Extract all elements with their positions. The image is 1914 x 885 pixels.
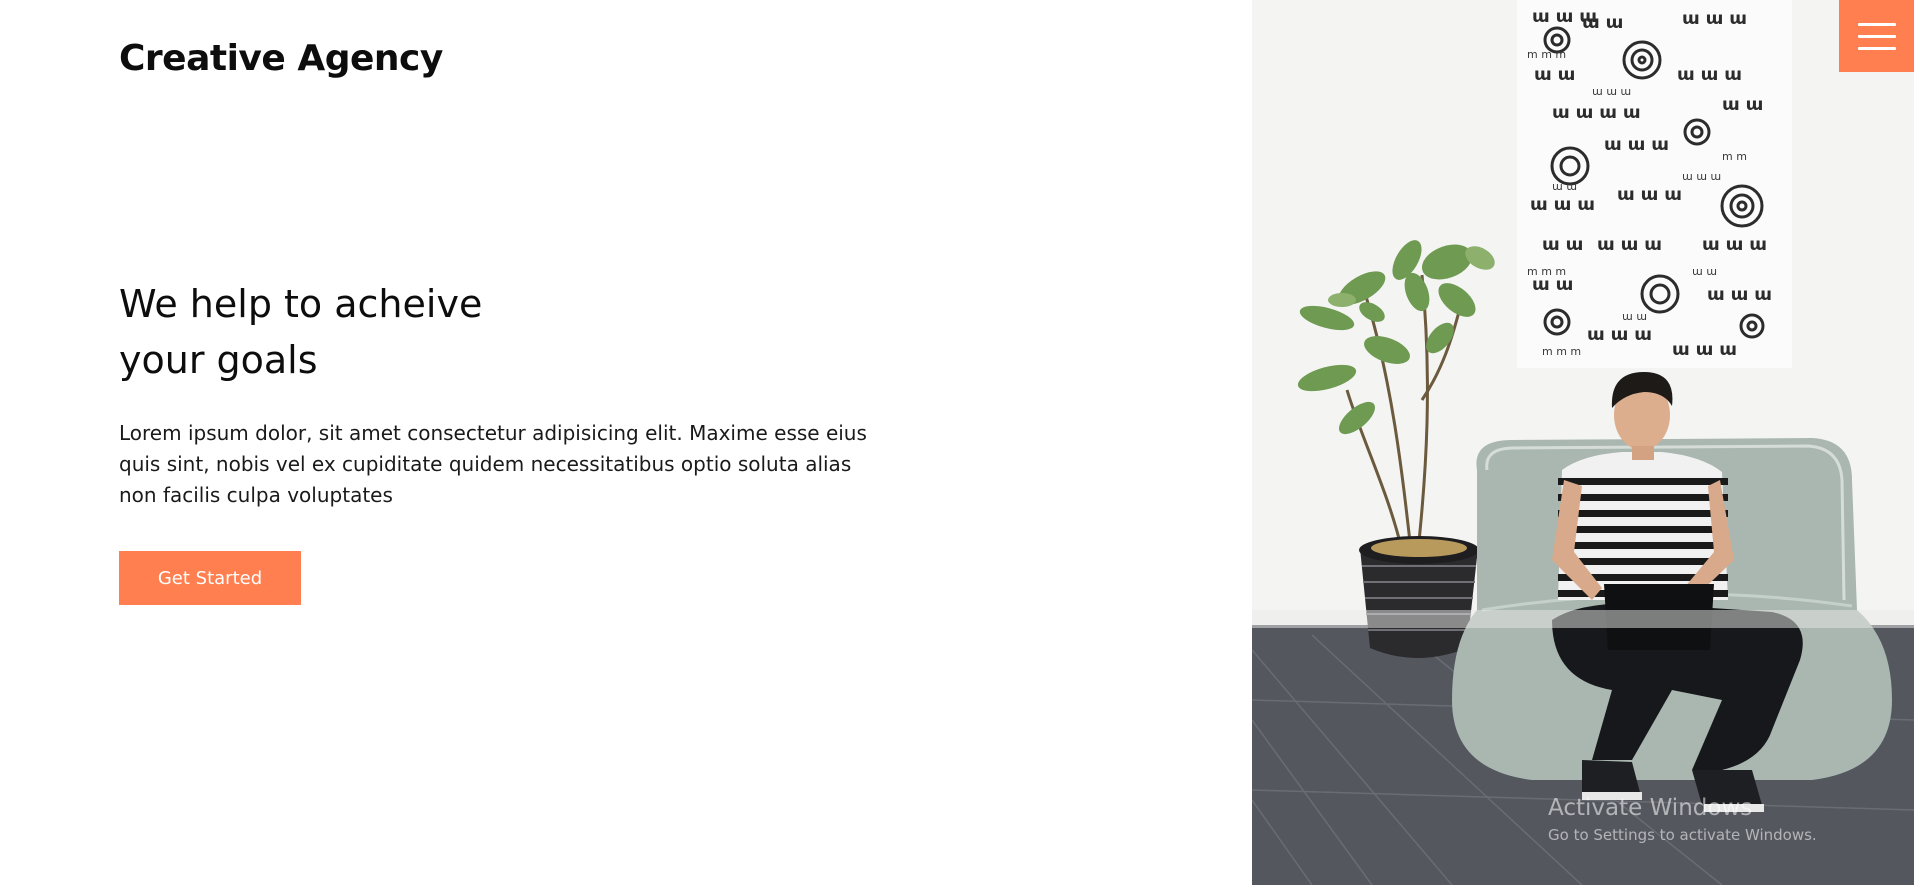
svg-text:ɯ ɯ: ɯ ɯ <box>1582 13 1623 33</box>
svg-text:ɯ ɯ: ɯ ɯ <box>1552 180 1577 193</box>
svg-text:ɯ ɯ ɯ: ɯ ɯ ɯ <box>1604 135 1669 155</box>
watermark-subtitle: Go to Settings to activate Windows. <box>1548 826 1817 844</box>
hero-description: Lorem ipsum dolor, sit amet consectetur … <box>119 421 867 507</box>
svg-text:m m m: m m m <box>1542 345 1581 358</box>
svg-text:m m m: m m m <box>1527 265 1566 278</box>
hamburger-menu-icon-bar <box>1857 46 1896 50</box>
svg-text:ɯ ɯ ɯ: ɯ ɯ ɯ <box>1707 285 1772 305</box>
hamburger-menu-button[interactable] <box>1839 0 1914 72</box>
svg-text:ɯ ɯ ɯ: ɯ ɯ ɯ <box>1682 170 1721 183</box>
svg-text:ɯ ɯ ɯ: ɯ ɯ ɯ <box>1677 65 1742 85</box>
svg-text:ɯ ɯ: ɯ ɯ <box>1622 310 1647 323</box>
svg-text:ɯ ɯ: ɯ ɯ <box>1692 265 1717 278</box>
svg-text:ɯ ɯ: ɯ ɯ <box>1532 275 1573 295</box>
svg-text:ɯ ɯ ɯ ɯ: ɯ ɯ ɯ ɯ <box>1552 103 1641 123</box>
svg-text:ɯ ɯ ɯ: ɯ ɯ ɯ <box>1587 325 1652 345</box>
hamburger-menu-icon <box>1857 22 1896 26</box>
svg-text:ɯ ɯ ɯ: ɯ ɯ ɯ <box>1530 195 1595 215</box>
hero-section: We help to acheive your goals Lorem ipsu… <box>119 276 899 605</box>
svg-text:ɯ ɯ ɯ: ɯ ɯ ɯ <box>1672 340 1737 360</box>
svg-text:m m m: m m m <box>1527 48 1566 61</box>
brand-logo-text[interactable]: Creative Agency <box>119 38 443 79</box>
get-started-button[interactable]: Get Started <box>119 551 301 605</box>
svg-text:ɯ ɯ ɯ: ɯ ɯ ɯ <box>1592 85 1631 98</box>
hero-heading-line-2: your goals <box>119 338 318 382</box>
svg-text:ɯ ɯ: ɯ ɯ <box>1542 235 1583 255</box>
hero-photo: ɯ ɯ ɯ ɯ ɯ ɯ ɯ ɯ ɯ ɯ ɯ ɯ ɯ ɯ ɯ ɯ ɯ ɯ ɯ ɯ … <box>1252 0 1914 885</box>
svg-text:ɯ ɯ ɯ: ɯ ɯ ɯ <box>1597 235 1662 255</box>
hamburger-menu-icon-bar <box>1857 34 1896 38</box>
activate-windows-watermark: Activate Windows Go to Settings to activ… <box>1548 793 1817 847</box>
hero-heading-line-1: We help to acheive <box>119 282 483 326</box>
watermark-title: Activate Windows <box>1548 795 1753 821</box>
svg-text:ɯ ɯ: ɯ ɯ <box>1534 65 1575 85</box>
hero-heading: We help to acheive your goals <box>119 276 899 388</box>
svg-text:ɯ ɯ ɯ: ɯ ɯ ɯ <box>1617 185 1682 205</box>
svg-text:ɯ ɯ ɯ: ɯ ɯ ɯ <box>1682 9 1747 29</box>
svg-text:ɯ ɯ ɯ: ɯ ɯ ɯ <box>1702 235 1767 255</box>
svg-text:m m: m m <box>1722 150 1747 163</box>
svg-text:ɯ ɯ: ɯ ɯ <box>1722 95 1763 115</box>
